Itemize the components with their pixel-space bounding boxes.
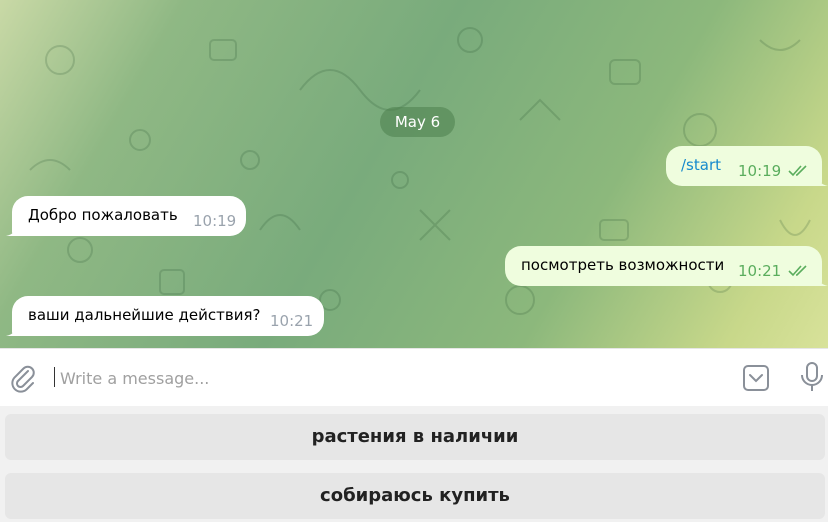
message-incoming[interactable]: ваши дальнейшие действия? 10:21: [6, 296, 324, 336]
bubble-tail: [816, 274, 828, 286]
bubble-tail: [6, 324, 18, 336]
microphone-icon[interactable]: [798, 361, 826, 393]
text-cursor: [54, 367, 55, 387]
message-time: 10:19: [738, 162, 782, 180]
double-check-icon: [788, 165, 807, 177]
message-input[interactable]: [58, 362, 722, 394]
keyboard-button-plants-in-stock[interactable]: растения в наличии: [5, 414, 825, 460]
message-time: 10:21: [738, 262, 782, 280]
message-composer: [0, 348, 828, 406]
bubble-tail: [6, 224, 18, 236]
keyboard-toggle-icon[interactable]: [741, 363, 771, 393]
message-text: ваши дальнейшие действия?: [28, 306, 261, 324]
message-time: 10:21: [270, 312, 314, 330]
message-text: Добро пожаловать: [28, 206, 178, 224]
bot-command-link[interactable]: /start: [681, 156, 721, 174]
date-separator: May 6: [380, 107, 455, 137]
paperclip-icon[interactable]: [8, 363, 38, 393]
message-outgoing[interactable]: /start 10:19: [666, 146, 828, 186]
telegram-chat-window: May 6 /start 10:19 Добро пожаловать 10:1…: [0, 0, 828, 522]
message-text: посмотреть возможности: [521, 256, 725, 274]
chat-history[interactable]: May 6 /start 10:19 Добро пожаловать 10:1…: [0, 0, 828, 348]
bubble-tail: [816, 174, 828, 186]
message-outgoing[interactable]: посмотреть возможности 10:21: [505, 246, 828, 286]
double-check-icon: [788, 265, 807, 277]
keyboard-button-going-to-buy[interactable]: собираюсь купить: [5, 473, 825, 519]
message-incoming[interactable]: Добро пожаловать 10:19: [6, 196, 246, 236]
message-time: 10:19: [193, 212, 237, 230]
